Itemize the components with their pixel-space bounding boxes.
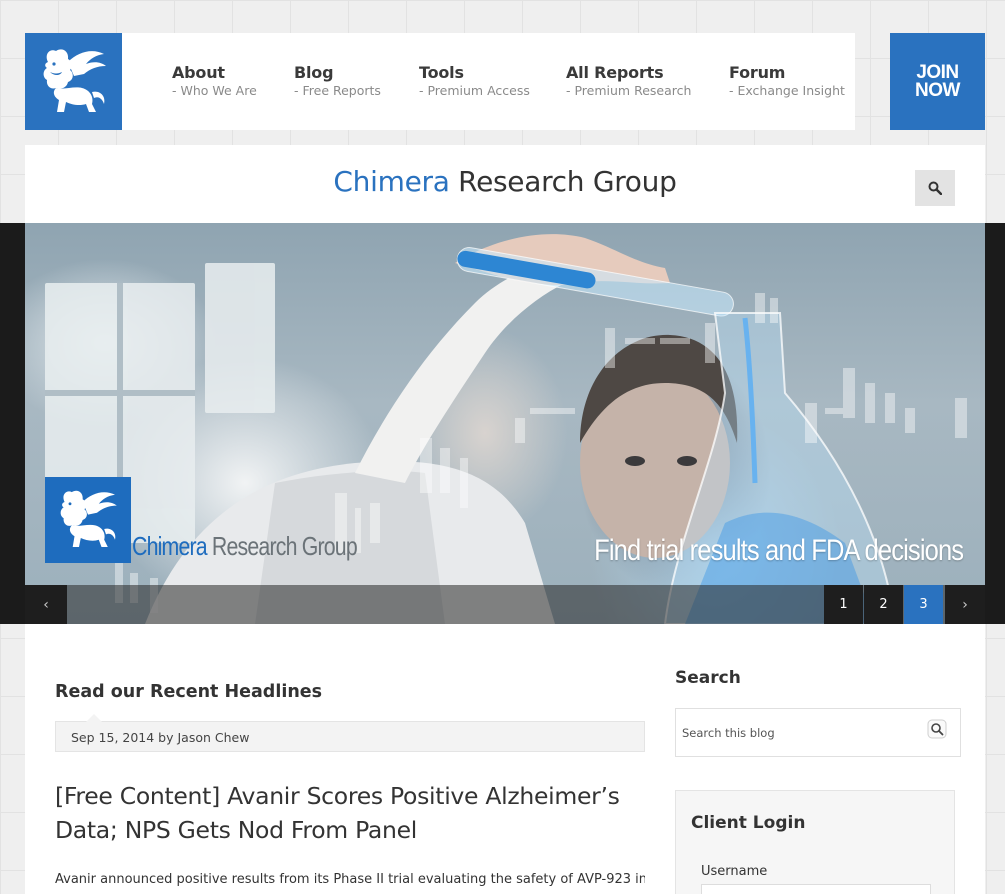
slider-page-3[interactable]: 3: [904, 585, 943, 624]
nav-item-sublabel: - Exchange Insight: [729, 83, 845, 98]
sidebar-search-heading: Search: [675, 668, 741, 688]
hero-brand-accent: Chimera: [132, 531, 208, 561]
nav-item-sublabel: - Premium Research: [566, 83, 692, 98]
hero-brand-rest: Research Group: [206, 531, 358, 561]
hero-brand-name: Chimera Research Group: [132, 531, 358, 562]
hero-brand-logo: [45, 477, 131, 563]
search-icon: [928, 181, 942, 195]
main-nav: About - Who We Are Blog - Free Reports T…: [122, 33, 855, 130]
nav-item-label: Tools: [419, 63, 464, 82]
username-field[interactable]: [701, 884, 931, 894]
nav-item-forum[interactable]: Forum - Exchange Insight: [729, 63, 845, 98]
post-title-link[interactable]: [Free Content] Avanir Scores Positive Al…: [55, 779, 645, 847]
search-icon: [927, 719, 947, 739]
chevron-right-icon: ›: [962, 596, 968, 613]
site-header: Chimera Research Group: [25, 145, 985, 223]
recent-headlines-heading: Read our Recent Headlines: [55, 682, 323, 702]
meta-notch: [86, 714, 102, 722]
nav-item-blog[interactable]: Blog - Free Reports: [294, 63, 381, 98]
join-now-button[interactable]: JOIN NOW: [890, 33, 985, 130]
lion-griffin-logo-icon: [60, 490, 117, 547]
slider-next-button[interactable]: ›: [945, 585, 985, 624]
lion-griffin-logo-icon: [43, 48, 106, 112]
hero-slider: Chimera Research Group Find trial result…: [25, 223, 985, 624]
nav-item-tools[interactable]: Tools - Premium Access: [419, 63, 530, 98]
nav-item-about[interactable]: About - Who We Are: [172, 63, 257, 98]
sidebar-search-widget: [675, 708, 961, 757]
site-title[interactable]: Chimera Research Group: [25, 165, 985, 198]
join-now-line2: NOW: [915, 79, 960, 101]
search-input[interactable]: [677, 710, 927, 755]
post-excerpt: Avanir announced positive results from i…: [55, 872, 645, 887]
nav-item-label: About: [172, 63, 225, 82]
slider-page-1[interactable]: 1: [824, 585, 863, 624]
client-login-widget: Client Login Username: [675, 790, 955, 894]
slider-page-2[interactable]: 2: [864, 585, 903, 624]
site-logo[interactable]: [25, 33, 122, 130]
chevron-left-icon: ‹: [43, 596, 49, 613]
nav-item-sublabel: - Free Reports: [294, 83, 381, 98]
nav-item-sublabel: - Who We Are: [172, 83, 257, 98]
post-meta: Sep 15, 2014 by Jason Chew: [55, 714, 645, 752]
search-toggle-button[interactable]: [915, 170, 955, 206]
search-submit-button[interactable]: [927, 719, 947, 739]
slider-controls: ‹ 1 2 3 ›: [25, 585, 985, 624]
site-title-accent: Chimera: [333, 165, 450, 198]
post-meta-text: Sep 15, 2014 by Jason Chew: [71, 730, 250, 745]
nav-item-label: Blog: [294, 63, 334, 82]
nav-item-all-reports[interactable]: All Reports - Premium Research: [566, 63, 691, 98]
join-now-line1: JOIN: [916, 61, 959, 83]
username-label: Username: [701, 864, 768, 879]
slider-prev-button[interactable]: ‹: [25, 585, 67, 624]
nav-item-label: Forum: [729, 63, 786, 82]
nav-item-label: All Reports: [566, 63, 664, 82]
site-title-rest: Research Group: [449, 165, 677, 198]
hero-caption: Find trial results and FDA decisions: [593, 534, 964, 567]
nav-item-sublabel: - Premium Access: [419, 83, 530, 98]
client-login-heading: Client Login: [691, 813, 806, 833]
content-area: Read our Recent Headlines Sep 15, 2014 b…: [25, 624, 985, 894]
